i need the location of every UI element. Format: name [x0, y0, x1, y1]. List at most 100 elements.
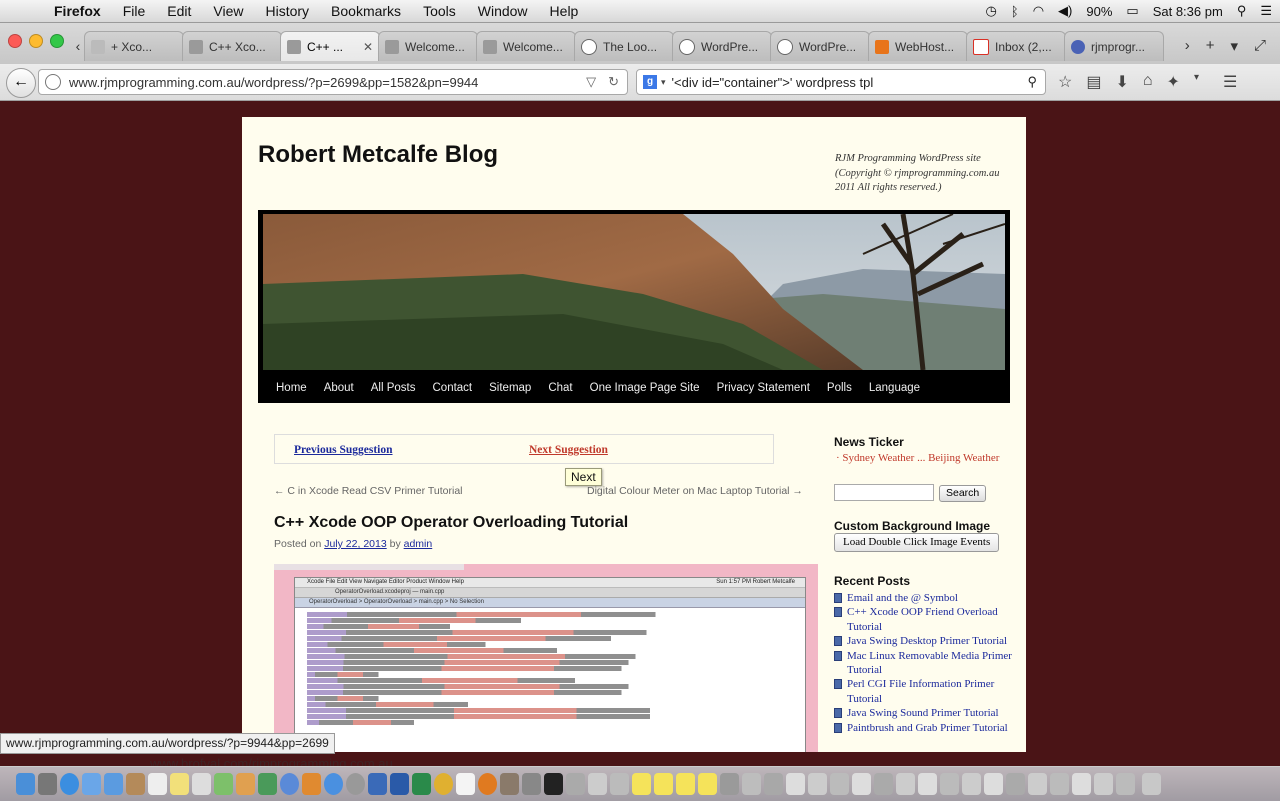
- downloads-icon[interactable]: ⬇: [1115, 72, 1128, 92]
- bluetooth-icon[interactable]: ᛒ: [1011, 4, 1019, 19]
- app-icon[interactable]: [588, 773, 607, 795]
- nav-polls[interactable]: Polls: [827, 382, 852, 394]
- wifi-icon[interactable]: ◠: [1033, 3, 1044, 19]
- post-title[interactable]: C++ Xcode OOP Operator Overloading Tutor…: [274, 514, 628, 532]
- back-button[interactable]: ←: [6, 68, 36, 98]
- tab[interactable]: + Xco...: [84, 31, 184, 61]
- previous-post-link[interactable]: ← C in Xcode Read CSV Primer Tutorial: [274, 485, 463, 497]
- contacts-icon[interactable]: [126, 773, 145, 795]
- battery-percent[interactable]: 90%: [1086, 4, 1112, 19]
- search-button[interactable]: Search: [939, 485, 987, 502]
- post-author-link[interactable]: admin: [404, 538, 433, 550]
- reminders-icon[interactable]: [192, 773, 211, 795]
- minimized-window-icon[interactable]: [808, 773, 827, 795]
- utility-icon[interactable]: [522, 773, 541, 795]
- url-text[interactable]: www.rjmprogramming.com.au/wordpress/?p=2…: [69, 75, 478, 90]
- minimized-window-icon[interactable]: [874, 773, 893, 795]
- clock[interactable]: Sat 8:36 pm: [1153, 4, 1223, 19]
- battery-icon[interactable]: ▭: [1126, 3, 1138, 19]
- tab[interactable]: WordPre...: [770, 31, 870, 61]
- search-engine-dropdown-icon[interactable]: ▾: [661, 77, 666, 88]
- reload-icon[interactable]: ↻: [608, 74, 619, 90]
- launchpad-icon[interactable]: [38, 773, 57, 795]
- home-icon[interactable]: ⌂: [1143, 72, 1153, 92]
- recent-post-link[interactable]: C++ Xcode OOP Friend Overload Tutorial: [834, 605, 1014, 634]
- tab[interactable]: WebHost...: [868, 31, 968, 61]
- gimp-icon[interactable]: [500, 773, 519, 795]
- menu-app-firefox[interactable]: Firefox: [54, 3, 101, 19]
- recent-post-link[interactable]: Java Swing Desktop Primer Tutorial: [834, 634, 1014, 648]
- next-suggestion-link[interactable]: Next Suggestion: [529, 444, 608, 456]
- list-all-tabs-icon[interactable]: ▾: [1230, 37, 1238, 55]
- bookmarks-menu-icon[interactable]: ▤: [1086, 72, 1101, 92]
- notification-center-icon[interactable]: ☰: [1260, 3, 1272, 19]
- post-screenshot-image[interactable]: Xcode File Edit View Navigate Editor Pro…: [274, 564, 818, 757]
- minimize-window-button[interactable]: [29, 34, 43, 48]
- trash-icon[interactable]: [1142, 773, 1161, 795]
- minimized-window-icon[interactable]: [1050, 773, 1069, 795]
- app-icon[interactable]: [566, 773, 585, 795]
- nav-contact[interactable]: Contact: [433, 382, 473, 394]
- history-dropdown-icon[interactable]: ▽: [586, 74, 596, 90]
- nav-about[interactable]: About: [324, 382, 354, 394]
- messages-icon[interactable]: [104, 773, 123, 795]
- safari-icon[interactable]: [60, 773, 79, 795]
- nav-all-posts[interactable]: All Posts: [371, 382, 416, 394]
- minimized-window-icon[interactable]: [720, 773, 739, 795]
- menu-edit[interactable]: Edit: [167, 3, 191, 19]
- firefox-icon[interactable]: [478, 773, 497, 795]
- app-store-icon[interactable]: [324, 773, 343, 795]
- menu-help[interactable]: Help: [550, 3, 579, 19]
- menu-file[interactable]: File: [123, 3, 146, 19]
- menu-window[interactable]: Window: [478, 3, 528, 19]
- photos-icon[interactable]: [236, 773, 255, 795]
- search-input[interactable]: [834, 484, 934, 501]
- sticky-note-icon[interactable]: [632, 773, 651, 795]
- app-icon[interactable]: [610, 773, 629, 795]
- close-tab-icon[interactable]: ✕: [363, 40, 373, 54]
- nav-sitemap[interactable]: Sitemap: [489, 382, 531, 394]
- recent-post-link[interactable]: Paintbrush and Grab Primer Tutorial: [834, 721, 1014, 735]
- minimized-window-icon[interactable]: [918, 773, 937, 795]
- next-post-link[interactable]: Digital Colour Meter on Mac Laptop Tutor…: [587, 485, 803, 497]
- minimized-window-icon[interactable]: [1072, 773, 1091, 795]
- bookmark-star-icon[interactable]: ☆: [1058, 72, 1072, 92]
- recent-post-link[interactable]: Email and the @ Symbol: [834, 591, 1014, 605]
- minimized-window-icon[interactable]: [940, 773, 959, 795]
- site-identity-icon[interactable]: [45, 74, 61, 90]
- minimized-window-icon[interactable]: [786, 773, 805, 795]
- tab[interactable]: rjmprogr...: [1064, 31, 1164, 61]
- excel-icon[interactable]: [412, 773, 431, 795]
- tab[interactable]: Inbox (2,...: [966, 31, 1066, 61]
- tab-active[interactable]: C++ ... ✕: [280, 31, 380, 61]
- spotlight-icon[interactable]: ⚲: [1237, 3, 1247, 19]
- search-bar[interactable]: g ▾ '<div id="container">' wordpress tpl…: [636, 69, 1046, 95]
- new-tab-icon[interactable]: +: [1206, 37, 1215, 55]
- notes-icon[interactable]: [170, 773, 189, 795]
- ibooks-icon[interactable]: [302, 773, 321, 795]
- site-title[interactable]: Robert Metcalfe Blog: [258, 141, 498, 169]
- finder-icon[interactable]: [16, 773, 35, 795]
- xcode-icon[interactable]: [368, 773, 387, 795]
- tab[interactable]: Welcome...: [378, 31, 478, 61]
- tab[interactable]: The Loo...: [574, 31, 674, 61]
- itunes-icon[interactable]: [280, 773, 299, 795]
- menu-history[interactable]: History: [265, 3, 309, 19]
- minimized-window-icon[interactable]: [742, 773, 761, 795]
- post-date-link[interactable]: July 22, 2013: [324, 538, 386, 550]
- minimized-window-icon[interactable]: [1116, 773, 1135, 795]
- nav-chat[interactable]: Chat: [548, 382, 572, 394]
- recent-post-link[interactable]: Java Swing Sound Primer Tutorial: [834, 706, 1014, 720]
- nav-privacy-statement[interactable]: Privacy Statement: [717, 382, 810, 394]
- fullscreen-icon[interactable]: ⤢: [1254, 37, 1266, 55]
- minimized-window-icon[interactable]: [1094, 773, 1113, 795]
- volume-icon[interactable]: ◀): [1058, 3, 1072, 19]
- minimized-window-icon[interactable]: [1028, 773, 1047, 795]
- sticky-note-icon[interactable]: [676, 773, 695, 795]
- menu-bookmarks[interactable]: Bookmarks: [331, 3, 401, 19]
- minimized-window-icon[interactable]: [764, 773, 783, 795]
- load-double-click-image-events-button[interactable]: Load Double Click Image Events: [834, 533, 1000, 552]
- tab[interactable]: WordPre...: [672, 31, 772, 61]
- maps-icon[interactable]: [214, 773, 233, 795]
- url-bar[interactable]: www.rjmprogramming.com.au/wordpress/?p=2…: [38, 69, 628, 95]
